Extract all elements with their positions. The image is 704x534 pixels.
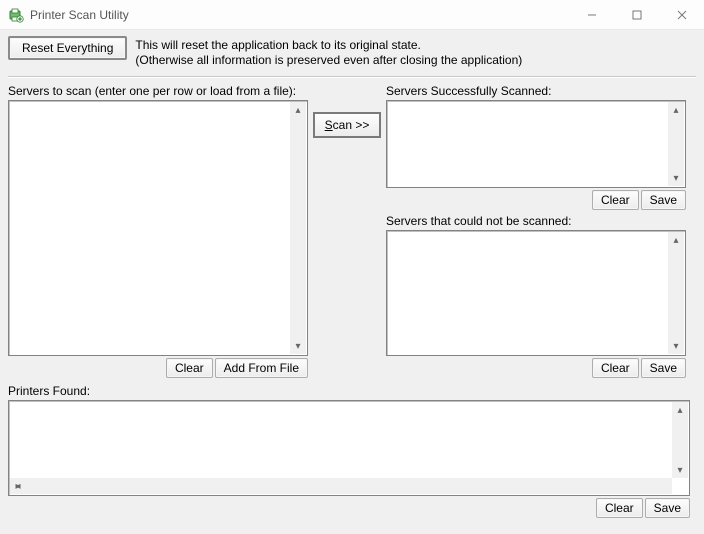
- main-grid: Servers to scan (enter one per row or lo…: [8, 84, 696, 378]
- window-title: Printer Scan Utility: [30, 8, 569, 22]
- content-area: Reset Everything This will reset the app…: [0, 30, 704, 526]
- reset-everything-button[interactable]: Reset Everything: [8, 36, 127, 60]
- servers-success-buttons: Clear Save: [386, 190, 686, 210]
- scan-button-rest: can >>: [333, 118, 370, 132]
- scroll-down-icon[interactable]: ▾: [668, 170, 684, 186]
- save-button[interactable]: Save: [641, 358, 686, 378]
- title-bar: Printer Scan Utility: [0, 0, 704, 30]
- add-from-file-button[interactable]: Add From File: [215, 358, 308, 378]
- scroll-up-icon[interactable]: ▴: [290, 102, 306, 118]
- servers-to-scan-section: Servers to scan (enter one per row or lo…: [8, 84, 308, 378]
- scrollbar-vertical[interactable]: ▴ ▾: [672, 402, 688, 478]
- servers-fail-list[interactable]: ▴ ▾: [386, 230, 686, 356]
- scroll-up-icon[interactable]: ▴: [668, 102, 684, 118]
- scan-button-underline: S: [325, 118, 333, 132]
- window-controls: [569, 0, 704, 29]
- servers-fail-label: Servers that could not be scanned:: [386, 214, 686, 228]
- printers-found-list[interactable]: ▴ ▾ ◂ ▸: [8, 400, 690, 496]
- printers-found-label: Printers Found:: [8, 384, 696, 398]
- clear-button[interactable]: Clear: [166, 358, 213, 378]
- reset-row: Reset Everything This will reset the app…: [8, 36, 696, 68]
- clear-button[interactable]: Clear: [596, 498, 643, 518]
- printer-plus-icon: [8, 7, 24, 23]
- servers-success-label: Servers Successfully Scanned:: [386, 84, 686, 98]
- scan-column: Scan >>: [308, 84, 386, 378]
- save-button[interactable]: Save: [641, 190, 686, 210]
- reset-help-line1: This will reset the application back to …: [135, 38, 522, 53]
- scrollbar-vertical[interactable]: ▴ ▾: [668, 102, 684, 186]
- scroll-down-icon[interactable]: ▾: [672, 462, 688, 478]
- clear-button[interactable]: Clear: [592, 358, 639, 378]
- reset-help-text: This will reset the application back to …: [135, 36, 522, 68]
- reset-help-line2: (Otherwise all information is preserved …: [135, 53, 522, 68]
- right-column: Servers Successfully Scanned: ▴ ▾ Clear …: [386, 84, 686, 378]
- clear-button[interactable]: Clear: [592, 190, 639, 210]
- scrollbar-vertical[interactable]: ▴ ▾: [668, 232, 684, 354]
- scrollbar-vertical[interactable]: ▴ ▾: [290, 102, 306, 354]
- printers-found-section: Printers Found: ▴ ▾ ◂ ▸ Clear Save: [8, 384, 696, 518]
- servers-to-scan-label: Servers to scan (enter one per row or lo…: [8, 84, 308, 98]
- printers-found-buttons: Clear Save: [8, 498, 690, 518]
- scroll-down-icon[interactable]: ▾: [290, 338, 306, 354]
- scroll-right-icon[interactable]: ▸: [10, 478, 26, 494]
- save-button[interactable]: Save: [645, 498, 690, 518]
- scan-button[interactable]: Scan >>: [313, 112, 382, 138]
- servers-fail-buttons: Clear Save: [386, 358, 686, 378]
- scroll-down-icon[interactable]: ▾: [668, 338, 684, 354]
- minimize-button[interactable]: [569, 0, 614, 29]
- servers-to-scan-buttons: Clear Add From File: [8, 358, 308, 378]
- close-button[interactable]: [659, 0, 704, 29]
- scroll-up-icon[interactable]: ▴: [668, 232, 684, 248]
- scrollbar-horizontal[interactable]: ◂ ▸: [10, 478, 672, 494]
- servers-to-scan-list[interactable]: ▴ ▾: [8, 100, 308, 356]
- maximize-button[interactable]: [614, 0, 659, 29]
- servers-success-list[interactable]: ▴ ▾: [386, 100, 686, 188]
- separator: [8, 76, 696, 78]
- scroll-up-icon[interactable]: ▴: [672, 402, 688, 418]
